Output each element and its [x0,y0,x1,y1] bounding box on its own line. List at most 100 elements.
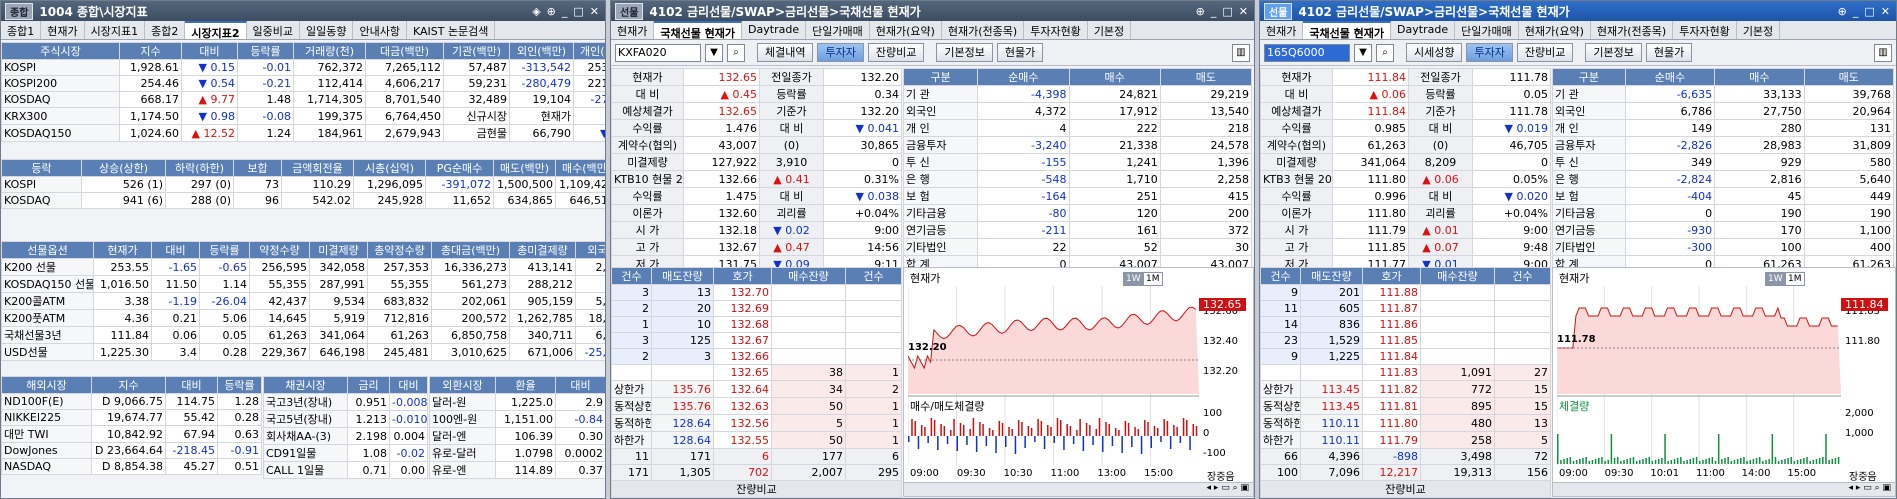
ask-row[interactable]: 3 125 132.67 [611,332,902,349]
table-row[interactable]: 달러-엔 106.39 0.30 [429,427,605,445]
action-button[interactable]: 기본정보 [1585,43,1642,62]
tab-0[interactable]: 현재가 [611,21,655,39]
tab-6[interactable]: 투자자현황 [1024,21,1088,39]
ask-row[interactable]: 9 201 111.88 [1260,284,1551,301]
tab-2[interactable]: Daytrade [742,21,807,39]
table-row[interactable]: K200 선물 253.55 -1.65 -0.65 256,595 342,058 257… [1,258,605,276]
table-row[interactable]: 기타법인 -300 100 400 [1552,238,1895,256]
title-icons[interactable]: ⊕ _ □ ✕ [1196,5,1254,18]
ask-row[interactable]: 23 1,529 111.85 [1260,332,1551,349]
tab-6[interactable]: 투자자현황 [1673,21,1737,39]
table-row[interactable]: 금융투자 -2,826 28,983 31,809 [1552,136,1895,154]
tab-4[interactable]: 현재가(요약) [1519,21,1591,39]
bid-row[interactable]: 동적상한 135.76 132.63 50 1 [611,397,902,415]
table-row[interactable]: 보 험 -404 45 449 [1552,187,1895,205]
zoom-button[interactable]: 1M [1143,272,1163,286]
bid-row[interactable]: 동적하한 128.64 132.56 5 1 [611,414,902,432]
chart-toolbar[interactable]: ◂ ▸ ▭ ⌕ ▣ [1553,482,1895,496]
tab-3[interactable]: 종합2 [145,21,186,39]
bid-row[interactable]: 132.65 38 1 [611,364,902,381]
futures-code-input[interactable]: KXFA020 [615,43,701,62]
tab-2[interactable]: Daytrade [1391,21,1456,39]
ask-row[interactable]: 11 605 111.87 [1260,300,1551,317]
chart-icon[interactable]: ▥ [1874,43,1892,62]
price-chart-panel[interactable]: 현재가 1W 1M 111.85 111.80 2,000 1,000 111.84 111.7… [1552,267,1896,497]
table-row[interactable]: 개 인 149 280 131 [1552,119,1895,137]
table-row[interactable]: 회사채AA-(3) 2.198 0.004 [263,427,428,445]
ask-row[interactable]: 14 836 111.86 [1260,316,1551,333]
action-button[interactable]: 체결내역 [757,43,814,62]
action-button[interactable]: 잔량비교 [1516,43,1574,62]
table-row[interactable]: KOSPI 526 (1) 297 (0) 73 110.29 1,296,095 -391… [1,176,605,193]
tab-8[interactable]: KAIST 논문검색 [407,21,496,39]
table-row[interactable]: KOSPI 1,928.61 ▼ 0.15 -0.01 762,372 7,265,112… [1,59,605,76]
tab-5[interactable]: 일중비교 [247,21,300,39]
tab-1[interactable]: 현재가 [41,21,85,39]
ask-row[interactable]: 2 3 132.66 [611,348,902,365]
table-row[interactable]: 국고5년(장내) 1.213 -0.010 [263,410,428,428]
table-row[interactable]: 은 행 -548 1,710 2,258 [902,170,1253,188]
order-book-footer[interactable]: 잔량비교 [611,480,902,498]
tab-5[interactable]: 현재가(전종목) [942,21,1025,39]
tab-2[interactable]: 시장지표1 [85,21,146,39]
ask-row[interactable]: 9 1,225 111.84 [1260,348,1551,365]
search-icon[interactable]: ⌕ [727,43,745,62]
tab-6[interactable]: 일일동향 [300,21,354,39]
table-row[interactable]: KOSDAQ 668.17 ▲ 9.77 1.48 1,714,305 8,701,540… [1,91,605,108]
bid-row[interactable]: 하한가 110.11 111.79 258 5 [1260,431,1551,449]
table-row[interactable]: 투 신 349 929 580 [1552,153,1895,171]
action-button[interactable]: 현물가 [1645,43,1693,62]
zoom-button[interactable]: 1W [1765,272,1786,286]
action-button[interactable]: 투자자 [1466,43,1513,62]
table-row[interactable]: 외국인 4,372 17,912 13,540 [902,102,1253,120]
table-row[interactable]: USD선물 1,225.30 3.4 0.28 229,367 646,198 245,48… [1,343,605,361]
order-book-footer[interactable]: 잔량비교 [1260,480,1551,498]
table-row[interactable]: CALL 1일물 0.71 0.00 [263,461,428,479]
action-button[interactable]: 시세성향 [1406,43,1463,62]
table-row[interactable]: 기타금융 0 190 190 [1552,204,1895,222]
table-row[interactable]: 유로-달러 1.0798 0.0002 [429,444,605,462]
tab-3[interactable]: 단일가매매 [806,21,870,39]
chart-icon[interactable]: ▥ [1232,43,1250,62]
tab-4[interactable]: 시장지표2 [185,21,247,39]
action-button[interactable]: 투자자 [817,43,864,62]
dropdown-arrow-icon[interactable]: ▼ [1354,43,1372,62]
table-row[interactable]: KOSDAQ150 1,024.60 ▲ 12.52 1.24 184,961 2,679… [1,124,605,142]
zoom-button[interactable]: 1M [1785,272,1805,286]
tab-7[interactable]: 기본정 [1737,21,1781,39]
table-row[interactable]: 대만 TWI 10,842.92 67.94 0.63 [1,425,262,443]
table-row[interactable]: NASDAQ D 8,854.38 45.27 0.51 [1,458,262,475]
bid-row[interactable]: 동적상한 113.45 111.81 895 15 [1260,397,1551,415]
table-row[interactable]: 금융투자 -3,240 21,338 24,578 [902,136,1253,154]
table-row[interactable]: KOSDAQ150 선물 1,016.50 11.50 1.14 55,355 287,9… [1,275,605,293]
search-icon[interactable]: ⌕ [1376,43,1394,62]
action-button[interactable]: 현물가 [996,43,1044,62]
table-row[interactable]: K200풋ATM 4.36 0.21 5.06 14,645 5,919 712,816 20… [1,309,605,327]
tab-7[interactable]: 기본정 [1088,21,1132,39]
table-row[interactable]: KOSPI200 254.46 ▼ 0.54 -0.21 112,414 4,606,21… [1,75,605,92]
table-row[interactable]: 개 인 4 222 218 [902,119,1253,137]
zoom-button[interactable]: 1W [1123,272,1144,286]
tab-0[interactable]: 현재가 [1260,21,1304,39]
bid-row[interactable]: 동적하한 110.11 111.80 480 13 [1260,414,1551,432]
window-title-bar[interactable]: 종합 1004 종합\시장지표 ◈ ⊕ _ □ ✕ [1,1,605,21]
table-row[interactable]: 기 관 -4,398 24,821 29,219 [902,85,1253,103]
table-row[interactable]: KOSDAQ 941 (6) 288 (0) 96 542.02 245,928 11,65… [1,192,605,209]
window-title-bar[interactable]: 선물 4102 금리선물/SWAP>금리선물>국채선물 현재가 ⊕ _ □ ✕ [1260,1,1896,21]
action-button[interactable]: 기본정보 [936,43,993,62]
tab-3[interactable]: 단일가매매 [1455,21,1519,39]
table-row[interactable]: 100엔-원 1,151.00 -0.84 [429,410,605,428]
table-row[interactable]: 기 관 -6,635 33,133 39,768 [1552,85,1895,103]
tab-5[interactable]: 현재가(전종목) [1591,21,1674,39]
table-row[interactable]: ND100F(E) D 9,066.75 114.75 1.28 [1,393,262,410]
tab-4[interactable]: 현재가(요약) [870,21,942,39]
title-icons[interactable]: ⊕ _ □ ✕ [1838,5,1896,18]
table-row[interactable]: 보 험 -164 251 415 [902,187,1253,205]
window-title-bar[interactable]: 선물 4102 금리선물/SWAP>금리선물>국채선물 현재가 ⊕ _ □ ✕ [611,1,1254,21]
futures-code-input[interactable]: 165Q6000 [1264,43,1350,62]
tab-0[interactable]: 종합1 [1,21,42,39]
table-row[interactable]: 유로-엔 114.89 0.37 [429,461,605,479]
tab-1[interactable]: 국채선물 현재가 [1303,21,1392,39]
ask-row[interactable]: 3 13 132.70 [611,284,902,301]
title-icons[interactable]: ◈ ⊕ _ □ ✕ [532,5,605,18]
